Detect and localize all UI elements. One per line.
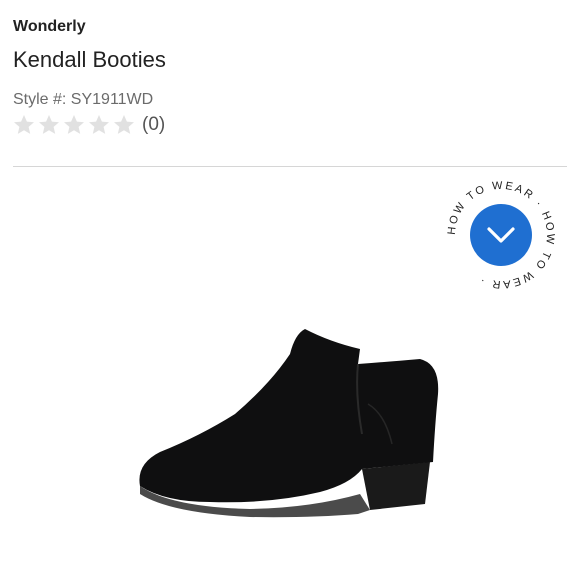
product-title: Kendall Booties bbox=[13, 47, 166, 72]
divider bbox=[13, 166, 567, 167]
brand-name[interactable]: Wonderly bbox=[13, 18, 86, 36]
product-image bbox=[139, 329, 439, 518]
how-to-wear-circle bbox=[470, 204, 532, 266]
rating-row[interactable]: (0) bbox=[12, 113, 165, 137]
star-icon bbox=[39, 115, 59, 134]
star-rating bbox=[12, 113, 136, 137]
style-number: Style #: SY1911WD bbox=[13, 91, 154, 108]
star-icon bbox=[64, 115, 84, 134]
review-count[interactable]: (0) bbox=[142, 114, 165, 136]
star-icon bbox=[114, 115, 134, 134]
star-icon bbox=[14, 115, 34, 134]
star-icon bbox=[89, 115, 109, 134]
how-to-wear-button[interactable]: HOW TO WEAR · HOW TO WEAR · bbox=[443, 177, 559, 293]
